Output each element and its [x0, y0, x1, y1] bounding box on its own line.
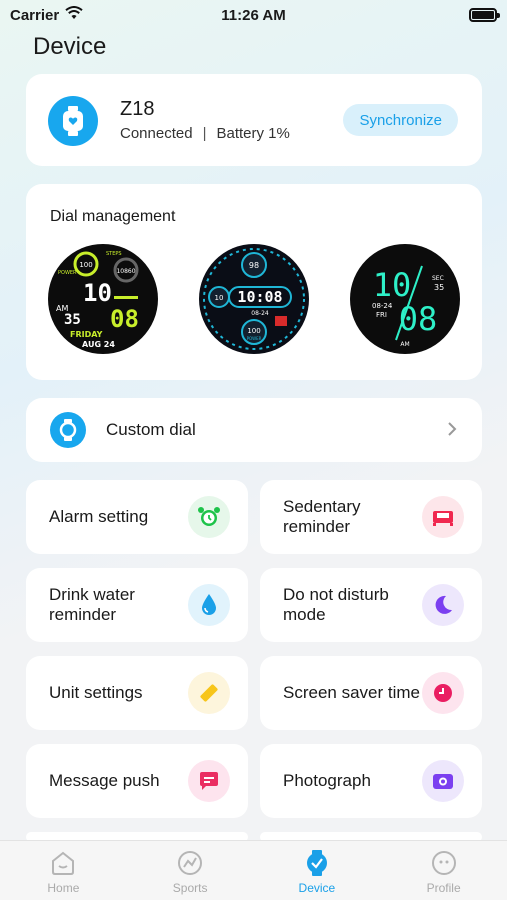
tile-label: Alarm setting [49, 507, 149, 526]
synchronize-button[interactable]: Synchronize [343, 104, 458, 136]
dial2-bottom-value: 100 [247, 327, 260, 335]
tab-home[interactable]: Home [0, 841, 127, 900]
custom-dial-row[interactable]: Custom dial [26, 398, 482, 462]
status-separator: | [202, 125, 207, 142]
dial-management-title: Dial management [50, 208, 176, 225]
tile-alarm-setting[interactable]: Alarm setting [26, 480, 248, 554]
moon-icon [422, 584, 464, 626]
camera-icon [422, 760, 464, 802]
tile-drink-water-reminder[interactable]: Drink water reminder [26, 568, 248, 642]
custom-dial-label: Custom dial [106, 420, 196, 439]
sports-icon [178, 851, 203, 875]
dial3-day: FRI [376, 311, 387, 319]
carrier-label: Carrier [10, 6, 60, 24]
battery-icon [469, 8, 500, 22]
tab-label: Profile [426, 881, 461, 895]
dial1-date: AUG 24 [82, 340, 115, 349]
tab-sports[interactable]: Sports [127, 841, 254, 900]
tile-label: Drink water reminder [49, 585, 135, 624]
tab-label: Home [47, 881, 80, 895]
clock-icon [422, 672, 464, 714]
tab-label: Device [298, 881, 336, 895]
tile-unit-settings[interactable]: Unit settings [26, 656, 248, 730]
dial1-power-label: POWER [58, 270, 77, 276]
chevron-right-icon [446, 418, 458, 445]
dial3-minute: 08 [399, 300, 438, 338]
dial1-hour: 10 [83, 279, 112, 307]
tile-photograph[interactable]: Photograph [260, 744, 482, 818]
dial1-steps-value: 10860 [116, 268, 135, 275]
device-card: Z18 Connected | Battery 1% Synchronize [26, 74, 482, 166]
tile-label: Screen saver time [283, 683, 420, 702]
dial1-day: FRIDAY [70, 330, 103, 339]
dial3-date: 08-24 [372, 302, 393, 310]
connection-status: Connected [120, 125, 193, 142]
battery-status: Battery 1% [216, 125, 290, 142]
tile-label: Sedentary reminder [283, 497, 361, 536]
tile-label: Unit settings [49, 683, 143, 702]
dial2-date: 08-24 [251, 310, 269, 317]
tab-device[interactable]: Device [254, 841, 381, 900]
watch-icon [48, 96, 98, 146]
tile-screen-saver-time[interactable]: Screen saver time [260, 656, 482, 730]
tile-label: Photograph [283, 771, 371, 790]
sofa-icon [422, 496, 464, 538]
dial3-hour: 10 [373, 266, 412, 304]
tab-profile[interactable]: Profile [380, 841, 507, 900]
device-watch-icon [306, 850, 327, 876]
bottom-tab-bar: Home Sports Device Profile [0, 840, 507, 900]
tile-label: Do not disturb mode [283, 585, 389, 624]
dial1-power-value: 100 [79, 261, 92, 269]
dial-option-2[interactable]: 98 10 10:08 08-24 100 POWER [199, 244, 309, 354]
dial-option-3[interactable]: 10 08 08-24 FRI SEC 35 AM [350, 244, 460, 354]
dial3-sec-label: SEC [432, 275, 444, 282]
device-status: Connected | Battery 1% [120, 125, 290, 142]
tile-message-push[interactable]: Message push [26, 744, 248, 818]
profile-icon [431, 851, 456, 875]
dial1-steps-label: STEPS [106, 251, 122, 257]
water-drop-icon [188, 584, 230, 626]
dial1-seconds: 35 [64, 312, 81, 328]
dial-option-1[interactable]: 100 10860 STEPS POWER 10 08 AM 35 FRIDAY… [48, 244, 158, 354]
dial2-bottom-label: POWER [247, 336, 262, 341]
dial3-seconds: 35 [434, 283, 444, 292]
home-icon [52, 851, 75, 875]
dial1-minute: 08 [110, 305, 139, 333]
device-name: Z18 [120, 98, 155, 120]
dial2-left-value: 10 [215, 294, 224, 302]
tile-do-not-disturb-mode[interactable]: Do not disturb mode [260, 568, 482, 642]
tile-sedentary-reminder[interactable]: Sedentary reminder [260, 480, 482, 554]
dial2-time: 10:08 [237, 288, 282, 306]
dial3-ampm: AM [400, 341, 409, 348]
dial2-top-value: 98 [249, 261, 259, 270]
tile-label: Message push [49, 771, 160, 790]
dial-management-card: Dial management 100 10860 STEPS POWER 10… [26, 184, 482, 380]
watch-face-icon [50, 412, 86, 448]
status-bar: Carrier 11:26 AM [0, 0, 507, 30]
tab-label: Sports [172, 881, 208, 895]
wifi-icon [65, 6, 83, 24]
status-time: 11:26 AM [221, 6, 286, 24]
alarm-clock-icon [188, 496, 230, 538]
message-icon [188, 760, 230, 802]
page-title: Device [33, 33, 107, 60]
ruler-icon [188, 672, 230, 714]
